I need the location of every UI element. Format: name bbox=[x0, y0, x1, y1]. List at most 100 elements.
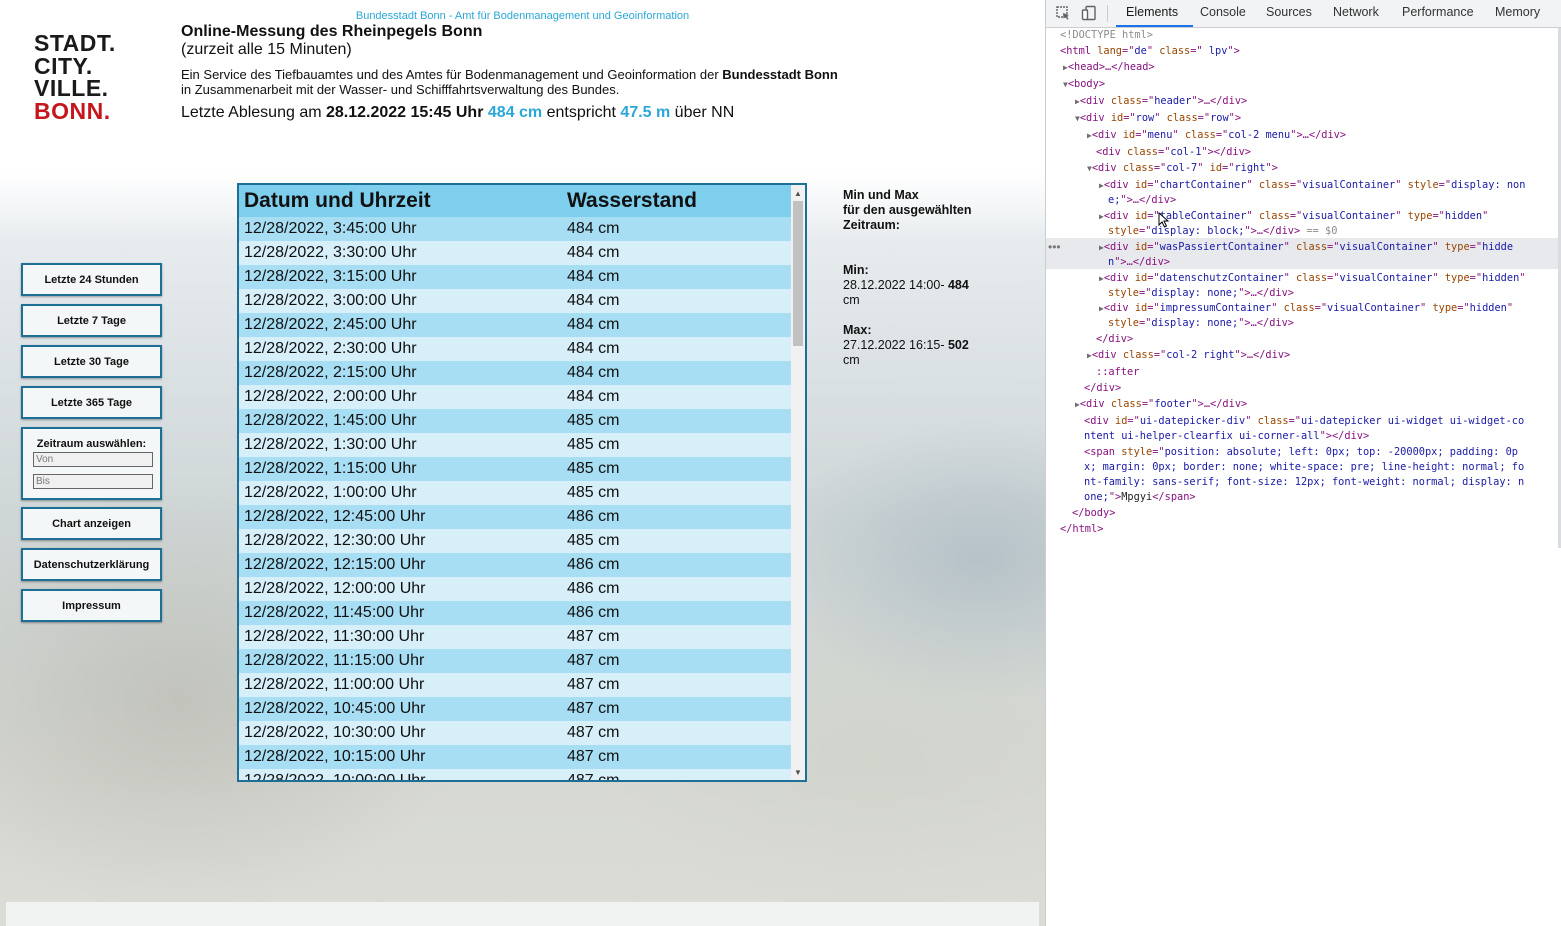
cell-datetime: 12/28/2022, 1:45:00 Uhr bbox=[239, 409, 562, 433]
dom-line[interactable]: ▶<div class="header">…</div> bbox=[1075, 94, 1247, 110]
table-row: 12/28/2022, 11:45:00 Uhr 486 cm bbox=[239, 601, 791, 625]
table-row: 12/28/2022, 12:15:00 Uhr 486 cm bbox=[239, 553, 791, 577]
scroll-down-arrow-icon[interactable]: ▼ bbox=[794, 768, 802, 777]
tab-performance[interactable]: Performance bbox=[1402, 5, 1474, 19]
dom-line[interactable]: e;">…</div> bbox=[1108, 193, 1176, 209]
bonn-logo[interactable]: STADT. CITY. VILLE. BONN. bbox=[34, 32, 134, 122]
table-row: 12/28/2022, 2:15:00 Uhr 484 cm bbox=[239, 361, 791, 385]
table-row: 12/28/2022, 1:45:00 Uhr 485 cm bbox=[239, 409, 791, 433]
reading-prefix: Letzte Ablesung am bbox=[181, 104, 326, 121]
device-toolbar-icon[interactable] bbox=[1081, 5, 1097, 21]
tab-memory[interactable]: Memory bbox=[1495, 5, 1540, 19]
table-row: 12/28/2022, 10:00:00 Uhr487 cm bbox=[239, 769, 791, 780]
intro-city-name: Bundesstadt Bonn bbox=[722, 67, 838, 82]
max-value: 502 bbox=[947, 338, 969, 352]
table-scrollbar[interactable]: ▲ ▼ bbox=[791, 185, 805, 780]
dom-line[interactable]: <html lang="de" class=" lpv"> bbox=[1060, 44, 1240, 60]
cell-water-level: 485 cm bbox=[562, 409, 791, 433]
cell-datetime: 12/28/2022, 2:15:00 Uhr bbox=[239, 361, 562, 385]
dom-line[interactable]: </html> bbox=[1060, 522, 1103, 538]
table-row: 12/28/2022, 11:00:00 Uhr 487 cm bbox=[239, 673, 791, 697]
table-row: 12/28/2022, 1:30:00 Uhr 485 cm bbox=[239, 433, 791, 457]
cell-datetime: 12/28/2022, 12:30:00 Uhr bbox=[239, 529, 562, 553]
cell-datetime: 12/28/2022, 10:15:00 Uhr bbox=[239, 745, 562, 769]
logo-line: CITY. bbox=[34, 52, 93, 79]
cell-datetime: 12/28/2022, 1:15:00 Uhr bbox=[239, 457, 562, 481]
cell-datetime: 12/28/2022, 10:45:00 Uhr bbox=[239, 697, 562, 721]
dom-line[interactable]: ▶<div class="footer">…</div> bbox=[1075, 397, 1247, 413]
dom-line-selected[interactable]: style="display: block;">…</div> == $0 bbox=[1108, 224, 1337, 240]
dom-line[interactable]: ▼<div class="col-7" id="right"> bbox=[1087, 161, 1278, 177]
cell-datetime: 12/28/2022, 11:30:00 Uhr bbox=[239, 625, 562, 649]
cell-datetime: 12/28/2022, 12:45:00 Uhr bbox=[239, 505, 562, 529]
dom-line[interactable]: ▶<div id="chartContainer" class="visualC… bbox=[1099, 178, 1525, 194]
dom-line[interactable]: <div class="col-1"></div> bbox=[1096, 145, 1251, 161]
scrollbar-thumb[interactable] bbox=[793, 201, 803, 346]
table-row: 12/28/2022, 10:45:00 Uhr 487 cm bbox=[239, 697, 791, 721]
table-row: 12/28/2022, 10:30:00 Uhr 487 cm bbox=[239, 721, 791, 745]
date-range-picker: Zeitraum auswählen: bbox=[21, 427, 162, 500]
dom-line[interactable]: </div> bbox=[1084, 381, 1121, 397]
table-row: 12/28/2022, 12:00:00 Uhr 486 cm bbox=[239, 577, 791, 601]
dom-line[interactable]: style="display: none;">…</div> bbox=[1108, 316, 1294, 332]
last-365-days-button[interactable]: Letzte 365 Tage bbox=[21, 386, 162, 419]
cell-water-level: 486 cm bbox=[562, 553, 791, 577]
min-label: Min: bbox=[843, 263, 869, 277]
water-level-table: Datum und Uhrzeit Wasserstand 12/28/2022… bbox=[239, 185, 791, 780]
tab-console[interactable]: Console bbox=[1200, 5, 1246, 19]
dom-line[interactable]: nt-family: sans-serif; font-size: 12px; … bbox=[1084, 475, 1524, 491]
dom-line[interactable]: x; margin: 0px; border: none; white-spac… bbox=[1084, 460, 1524, 476]
cell-datetime: 12/28/2022, 3:30:00 Uhr bbox=[239, 241, 562, 265]
tab-network[interactable]: Network bbox=[1333, 5, 1379, 19]
footer-bar bbox=[6, 902, 1039, 926]
dom-line[interactable]: ▶<div id="menu" class="col-2 menu">…</di… bbox=[1087, 128, 1346, 144]
dom-line[interactable]: ▶<div id="datenschutzContainer" class="v… bbox=[1099, 271, 1525, 287]
reading-datetime: 28.12.2022 15:45 Uhr bbox=[325, 104, 484, 121]
dom-line[interactable]: <div id="ui-datepicker-div" class="ui-da… bbox=[1084, 414, 1524, 430]
dom-line[interactable]: ▶<div class="col-2 right">…</div> bbox=[1087, 348, 1290, 364]
cell-water-level: 487 cm bbox=[562, 769, 791, 780]
tab-sources[interactable]: Sources bbox=[1266, 5, 1312, 19]
water-level-table-container: Datum und Uhrzeit Wasserstand 12/28/2022… bbox=[237, 183, 807, 782]
max-label: Max: bbox=[843, 323, 872, 337]
to-date-input[interactable] bbox=[33, 474, 153, 489]
cell-water-level: 487 cm bbox=[562, 745, 791, 769]
inspect-element-icon[interactable] bbox=[1055, 5, 1071, 21]
tab-elements[interactable]: Elements bbox=[1126, 5, 1178, 19]
dom-line[interactable]: ▶<head>…</head> bbox=[1063, 60, 1155, 76]
dom-line[interactable]: one;">Mpgyi</span> bbox=[1084, 490, 1196, 506]
last-30-days-button[interactable]: Letzte 30 Tage bbox=[21, 345, 162, 378]
date-range-label: Zeitraum auswählen: bbox=[36, 438, 147, 450]
table-row: 12/28/2022, 3:15:00 Uhr 484 cm bbox=[239, 265, 791, 289]
cell-water-level: 487 cm bbox=[562, 673, 791, 697]
footer-text: Bundesstadt Bonn - Amt für Bodenmanageme… bbox=[355, 10, 690, 22]
dom-line[interactable]: ▼<div id="row" class="row"> bbox=[1075, 111, 1241, 127]
show-chart-button[interactable]: Chart anzeigen bbox=[21, 507, 162, 540]
last-24-hours-button[interactable]: Letzte 24 Stunden bbox=[21, 263, 162, 296]
logo-line: BONN. bbox=[34, 97, 111, 124]
web-page: STADT. CITY. VILLE. BONN. Online-Messung… bbox=[0, 0, 1045, 926]
cell-datetime: 12/28/2022, 3:00:00 Uhr bbox=[239, 289, 562, 313]
logo-line: VILLE. bbox=[34, 75, 109, 101]
dom-line[interactable]: ▶<div id="impressumContainer" class="vis… bbox=[1099, 301, 1513, 317]
cell-datetime: 12/28/2022, 11:45:00 Uhr bbox=[239, 601, 562, 625]
dom-line[interactable]: ▶<div id="wasPassiertContainer" class="v… bbox=[1099, 240, 1513, 256]
dom-line[interactable]: <span style="position: absolute; left: 0… bbox=[1084, 445, 1518, 461]
impressum-button[interactable]: Impressum bbox=[21, 589, 162, 622]
dom-line[interactable]: ::after bbox=[1096, 365, 1139, 381]
dom-line[interactable]: style="display: none;">…</div> bbox=[1108, 286, 1294, 302]
from-date-input[interactable] bbox=[33, 452, 153, 467]
dom-line[interactable]: ntent ui-helper-clearfix ui-corner-all">… bbox=[1084, 429, 1369, 445]
last-7-days-button[interactable]: Letzte 7 Tage bbox=[21, 304, 162, 337]
scroll-up-arrow-icon[interactable]: ▲ bbox=[794, 189, 802, 198]
dom-line[interactable]: </body> bbox=[1072, 506, 1115, 522]
more-options-icon[interactable]: ••• bbox=[1048, 240, 1061, 256]
dom-line[interactable]: n">…</div> bbox=[1108, 255, 1170, 271]
privacy-policy-button[interactable]: Datenschutzerklärung bbox=[21, 548, 162, 581]
table-scroll-area[interactable]: Datum und Uhrzeit Wasserstand 12/28/2022… bbox=[239, 185, 791, 780]
cell-water-level: 485 cm bbox=[562, 481, 791, 505]
dom-line[interactable]: ▼<body> bbox=[1063, 77, 1105, 93]
dom-line[interactable]: <!DOCTYPE html> bbox=[1060, 28, 1153, 44]
intro-text: Ein Service des Tiefbauamtes und des Amt… bbox=[181, 67, 841, 97]
dom-line[interactable]: </div> bbox=[1096, 332, 1133, 348]
